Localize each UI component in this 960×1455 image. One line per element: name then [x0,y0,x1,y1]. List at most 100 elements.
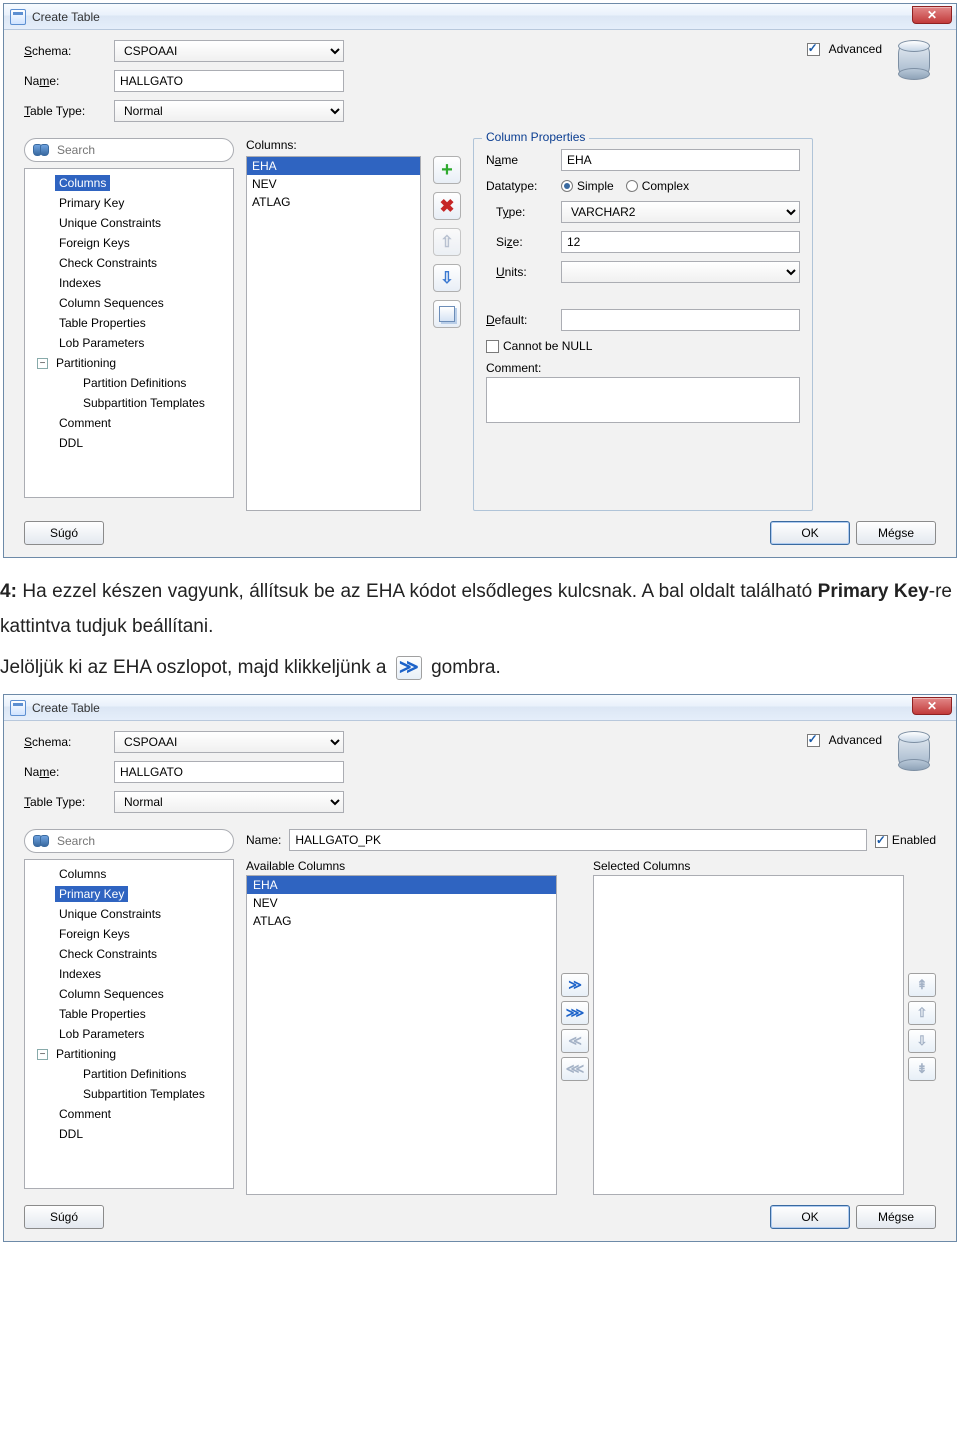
add-column-button[interactable]: + [433,156,461,184]
column-item-nev[interactable]: NEV [247,175,420,193]
remove-column-button[interactable]: ✖ [433,192,461,220]
tree-item-comment[interactable]: Comment [27,413,231,433]
tree-item-columns[interactable]: Columns [27,864,231,884]
advanced-checkbox[interactable]: Advanced [807,731,882,747]
category-tree[interactable]: Columns Primary Key Unique Constraints F… [24,168,234,498]
table-icon [10,700,26,716]
radio-icon [561,180,573,192]
avail-item-nev[interactable]: NEV [247,894,556,912]
shuttle-all-right-button[interactable]: ⋙ [561,1001,589,1025]
move-up-button[interactable]: ⇧ [433,228,461,256]
tree-item-check-constraints[interactable]: Check Constraints [27,944,231,964]
close-button[interactable]: ✕ [912,697,952,715]
search-box[interactable] [24,829,234,853]
tree-item-column-sequences[interactable]: Column Sequences [27,984,231,1004]
tabletype-select[interactable]: Normal [114,100,344,122]
tree-item-lob-parameters[interactable]: Lob Parameters [27,1024,231,1044]
prop-comment-textarea[interactable] [486,377,800,423]
tree-item-ddl[interactable]: DDL [27,433,231,453]
category-tree[interactable]: Columns Primary Key Unique Constraints F… [24,859,234,1189]
schema-label: Schema: [24,735,114,749]
collapse-icon[interactable] [37,358,48,369]
prop-units-label: Units: [496,265,561,279]
tabletype-label: Table Type: [24,795,114,809]
tree-item-primary-key[interactable]: Primary Key [27,193,231,213]
prop-default-input[interactable] [561,309,800,331]
checkbox-icon [807,43,820,56]
tree-item-table-properties[interactable]: Table Properties [27,313,231,333]
tree-item-columns[interactable]: Columns [27,173,231,193]
shuttle-right-button[interactable]: ≫ [561,973,589,997]
tree-item-partitioning[interactable]: Partitioning [27,1044,231,1064]
available-columns-header: Available Columns [246,859,557,873]
properties-legend: Column Properties [482,130,589,144]
move-top-button[interactable]: ⇞ [908,973,936,997]
search-input[interactable] [55,142,225,158]
tree-item-column-sequences[interactable]: Column Sequences [27,293,231,313]
tree-item-partitioning[interactable]: Partitioning [27,353,231,373]
move-down-button[interactable]: ⇩ [908,1029,936,1053]
shuttle-left-button[interactable]: ≪ [561,1029,589,1053]
shuttle-right-icon: ≫ [396,656,422,680]
tree-item-check-constraints[interactable]: Check Constraints [27,253,231,273]
move-bottom-button[interactable]: ⇟ [908,1057,936,1081]
selected-columns-list[interactable] [593,875,904,1195]
cannot-be-null-checkbox[interactable]: Cannot be NULL [486,339,592,353]
tree-item-unique-constraints[interactable]: Unique Constraints [27,904,231,924]
schema-select[interactable]: CSPOAAI [114,731,344,753]
prop-type-select[interactable]: VARCHAR2 [561,201,800,223]
tree-item-subpartition-templates[interactable]: Subpartition Templates [27,393,231,413]
pk-name-input[interactable] [289,829,867,851]
available-columns-list[interactable]: EHA NEV ATLAG [246,875,557,1195]
tree-item-foreign-keys[interactable]: Foreign Keys [27,924,231,944]
tree-item-ddl[interactable]: DDL [27,1124,231,1144]
avail-item-atlag[interactable]: ATLAG [247,912,556,930]
tree-item-primary-key[interactable]: Primary Key [27,884,231,904]
checkbox-icon [875,835,888,848]
name-input[interactable] [114,70,344,92]
copy-column-button[interactable] [433,300,461,328]
tree-item-foreign-keys[interactable]: Foreign Keys [27,233,231,253]
move-down-button[interactable]: ⇩ [433,264,461,292]
prop-size-input[interactable] [561,231,800,253]
column-item-eha[interactable]: EHA [247,157,420,175]
column-item-atlag[interactable]: ATLAG [247,193,420,211]
prop-comment-label: Comment: [486,361,800,375]
cancel-button[interactable]: Mégse [856,1205,936,1229]
tree-item-table-properties[interactable]: Table Properties [27,1004,231,1024]
titlebar[interactable]: Create Table ✕ [4,4,956,30]
columns-list[interactable]: EHA NEV ATLAG [246,156,421,511]
titlebar[interactable]: Create Table ✕ [4,695,956,721]
tree-item-indexes[interactable]: Indexes [27,964,231,984]
enabled-checkbox[interactable]: Enabled [875,833,936,847]
name-input[interactable] [114,761,344,783]
prop-units-select[interactable] [561,261,800,283]
prop-datatype-label: Datatype: [486,179,561,193]
tree-item-lob-parameters[interactable]: Lob Parameters [27,333,231,353]
cancel-button[interactable]: Mégse [856,521,936,545]
move-up-button[interactable]: ⇧ [908,1001,936,1025]
radio-complex[interactable]: Complex [626,179,689,193]
help-button[interactable]: Súgó [24,521,104,545]
search-box[interactable] [24,138,234,162]
avail-item-eha[interactable]: EHA [247,876,556,894]
tree-item-subpartition-templates[interactable]: Subpartition Templates [27,1084,231,1104]
ok-button[interactable]: OK [770,521,850,545]
schema-select[interactable]: CSPOAAI [114,40,344,62]
tabletype-select[interactable]: Normal [114,791,344,813]
shuttle-all-left-button[interactable]: ⋘ [561,1057,589,1081]
radio-simple[interactable]: Simple [561,179,614,193]
tree-item-indexes[interactable]: Indexes [27,273,231,293]
tree-item-unique-constraints[interactable]: Unique Constraints [27,213,231,233]
tree-item-partition-definitions[interactable]: Partition Definitions [27,1064,231,1084]
prop-name-input[interactable] [561,149,800,171]
collapse-icon[interactable] [37,1049,48,1060]
table-icon [10,9,26,25]
advanced-checkbox[interactable]: Advanced [807,40,882,56]
search-input[interactable] [55,833,225,849]
tree-item-comment[interactable]: Comment [27,1104,231,1124]
ok-button[interactable]: OK [770,1205,850,1229]
tree-item-partition-definitions[interactable]: Partition Definitions [27,373,231,393]
close-button[interactable]: ✕ [912,6,952,24]
help-button[interactable]: Súgó [24,1205,104,1229]
